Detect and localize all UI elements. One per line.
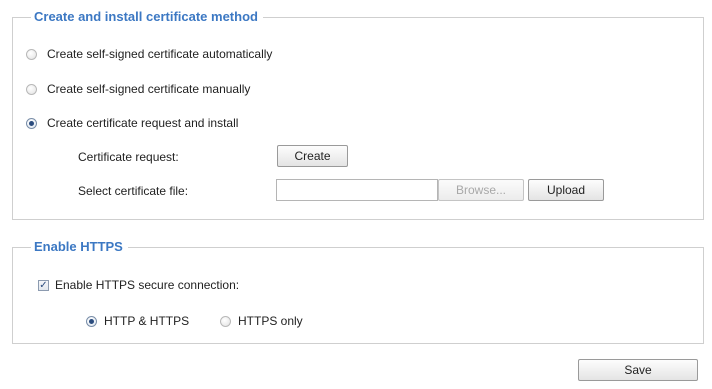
radio-http-https[interactable] [86,315,97,327]
option-certificate-request[interactable]: Create certificate request and install [26,116,238,130]
mode-http-https-label: HTTP & HTTPS [104,314,190,328]
mode-https-only-label: HTTPS only [238,314,303,328]
https-group: Enable HTTPS [12,239,704,344]
enable-https-row[interactable]: ✓ Enable HTTPS secure connection: [38,278,239,292]
https-legend: Enable HTTPS [31,239,128,255]
select-certificate-file-label: Select certificate file: [78,184,189,198]
option-self-signed-manual-label: Create self-signed certificate manually [47,82,251,96]
upload-button[interactable]: Upload [528,179,604,201]
option-certificate-request-label: Create certificate request and install [47,116,239,130]
option-self-signed-auto-label: Create self-signed certificate automatic… [47,47,273,61]
radio-self-signed-manual[interactable] [26,83,37,95]
certificate-file-input[interactable] [276,179,438,201]
radio-https-only[interactable] [220,315,231,327]
option-self-signed-auto[interactable]: Create self-signed certificate automatic… [26,47,272,61]
radio-certificate-request[interactable] [26,117,37,129]
mode-https-only[interactable]: HTTPS only [220,314,303,328]
radio-self-signed-auto[interactable] [26,48,37,60]
save-button[interactable]: Save [578,359,698,381]
option-self-signed-manual[interactable]: Create self-signed certificate manually [26,82,250,96]
certificate-method-legend: Create and install certificate method [31,9,263,25]
enable-https-label: Enable HTTPS secure connection: [55,278,240,292]
mode-http-https[interactable]: HTTP & HTTPS [86,314,189,328]
certificate-request-label: Certificate request: [78,150,179,164]
browse-button[interactable]: Browse... [438,179,524,201]
enable-https-checkbox[interactable]: ✓ [38,279,49,291]
create-button[interactable]: Create [277,145,348,167]
